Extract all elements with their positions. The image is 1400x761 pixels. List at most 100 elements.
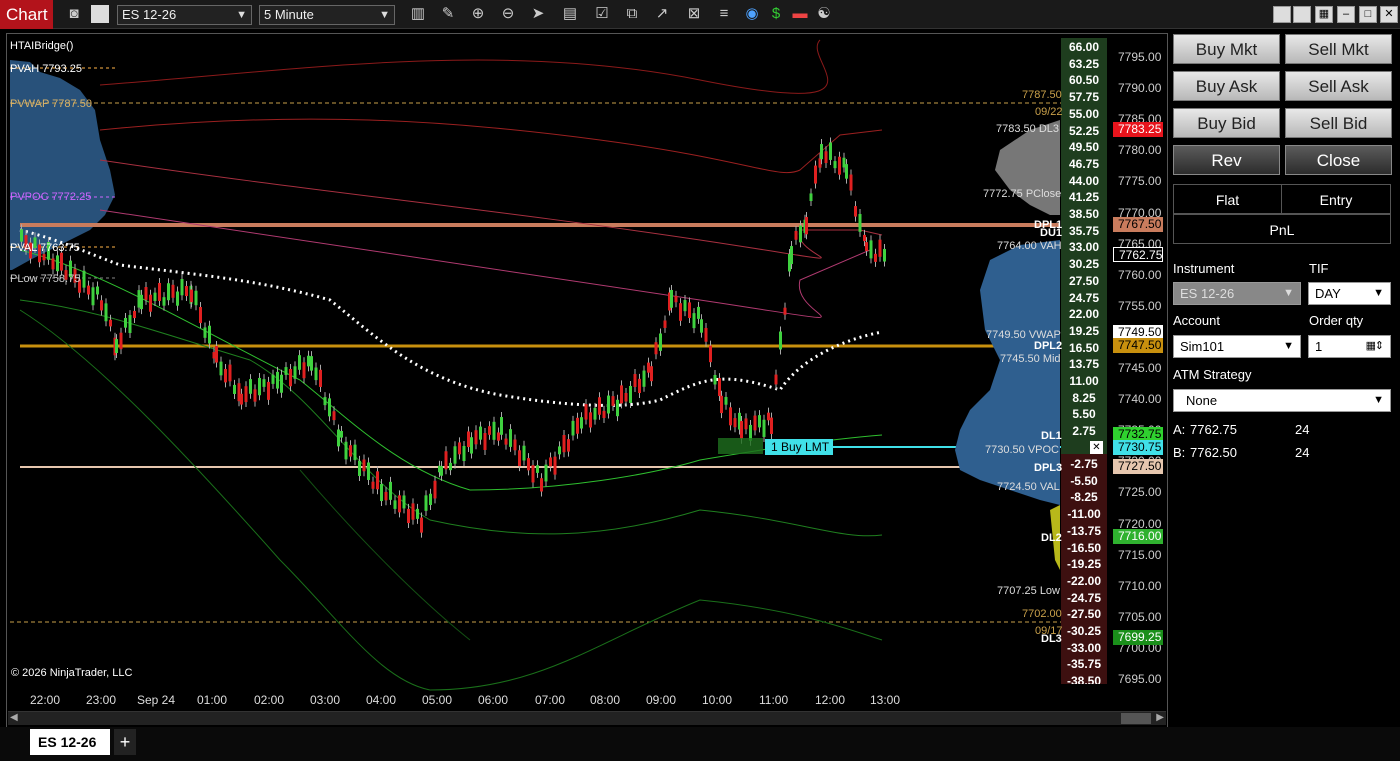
- candle-body: [654, 342, 658, 355]
- buy-bid-button[interactable]: Buy Bid: [1173, 108, 1280, 138]
- candle-body: [713, 374, 717, 385]
- pnl-ladder-row[interactable]: 66.00: [1061, 39, 1107, 55]
- buy-ask-button[interactable]: Buy Ask: [1173, 71, 1280, 101]
- price-tick: 7795.00: [1118, 50, 1162, 64]
- candle-body: [128, 315, 132, 333]
- pnl-ladder-row[interactable]: -30.25: [1061, 623, 1107, 639]
- pnl-ladder-row[interactable]: -11.00: [1061, 506, 1107, 522]
- pnl-ladder-row[interactable]: -35.75: [1061, 656, 1107, 672]
- candle-body: [233, 384, 236, 394]
- candle-body: [571, 420, 575, 436]
- pnl-ladder-row[interactable]: 33.00: [1061, 239, 1107, 255]
- pnl-ladder-row[interactable]: 57.75: [1061, 89, 1107, 105]
- candle-body: [271, 374, 275, 384]
- pnl-ladder-row[interactable]: 24.75: [1061, 290, 1107, 306]
- pnl-ladder-row[interactable]: 38.50: [1061, 206, 1107, 222]
- close-button[interactable]: Close: [1285, 145, 1392, 175]
- candle-body: [194, 290, 198, 306]
- pnl-ladder-row[interactable]: 11.00: [1061, 373, 1107, 389]
- price-tick: 7775.00: [1118, 174, 1162, 189]
- instrument-field[interactable]: ES 12-26 ▼: [1173, 282, 1301, 305]
- scrollbar-thumb[interactable]: [1121, 713, 1151, 724]
- candle-body: [553, 456, 557, 475]
- pnl-ladder-row[interactable]: -2.75: [1061, 456, 1107, 472]
- bid-price: 7762.50: [1190, 445, 1237, 460]
- atm-strategy-select[interactable]: None ▼: [1173, 389, 1391, 412]
- candle-body: [500, 417, 503, 435]
- candle-body: [659, 333, 662, 351]
- candle-body: [298, 355, 301, 370]
- entry-cell: Entry: [1281, 184, 1391, 214]
- scroll-right-icon[interactable]: ▶: [1156, 712, 1164, 723]
- candle-body: [429, 493, 432, 505]
- pnl-ladder-row[interactable]: 13.75: [1061, 356, 1107, 372]
- price-tag: 7727.50: [1113, 459, 1163, 474]
- scroll-left-icon[interactable]: ◀: [10, 712, 18, 723]
- pnl-ladder-row[interactable]: -38.50: [1061, 673, 1107, 684]
- pnl-ladder-row[interactable]: -33.00: [1061, 640, 1107, 656]
- price-tick: 7705.00: [1118, 609, 1162, 624]
- copyright-text: © 2026 NinjaTrader, LLC: [11, 667, 133, 679]
- pnl-ladder-row[interactable]: 22.00: [1061, 306, 1107, 322]
- price-tick: 7745.00: [1118, 361, 1162, 375]
- pnl-ladder-row[interactable]: -5.50: [1061, 473, 1107, 489]
- buy-mkt-button[interactable]: Buy Mkt: [1173, 34, 1280, 64]
- price-tag: 7767.50: [1113, 217, 1163, 232]
- account-select[interactable]: Sim101 ▼: [1173, 335, 1301, 358]
- pnl-ladder-row[interactable]: -16.50: [1061, 540, 1107, 556]
- pnl-ladder-row[interactable]: 35.75: [1061, 223, 1107, 239]
- pnl-ladder-row[interactable]: 30.25: [1061, 256, 1107, 272]
- sell-bid-button[interactable]: Sell Bid: [1285, 108, 1392, 138]
- add-tab-button[interactable]: +: [114, 729, 136, 755]
- order-qty-input[interactable]: 1 ▦ ⇕: [1308, 335, 1391, 358]
- pnl-ladder-row[interactable]: 5.50: [1061, 406, 1107, 422]
- candle-body: [820, 144, 823, 160]
- pnl-ladder-row[interactable]: 8.25: [1061, 390, 1107, 406]
- tab-instrument[interactable]: ES 12-26: [30, 729, 110, 755]
- pnl-ladder-row[interactable]: 44.00: [1061, 173, 1107, 189]
- sell-ask-button[interactable]: Sell Ask: [1285, 71, 1392, 101]
- pnl-ladder-row[interactable]: 41.25: [1061, 189, 1107, 205]
- pnl-ladder-row[interactable]: 60.50: [1061, 72, 1107, 88]
- pnl-ladder-row[interactable]: 16.50: [1061, 340, 1107, 356]
- candle-body: [104, 303, 108, 322]
- pnl-ladder-row[interactable]: -13.75: [1061, 523, 1107, 539]
- buy-limit-order-badge[interactable]: 1 Buy LMT: [765, 439, 833, 455]
- pnl-ladder-row[interactable]: -8.25: [1061, 489, 1107, 505]
- sell-mkt-button[interactable]: Sell Mkt: [1285, 34, 1392, 64]
- vp-label: 7730.50 VPOC: [985, 444, 1059, 456]
- pnl-ladder-row[interactable]: -27.50: [1061, 606, 1107, 622]
- chevron-down-icon: ▼: [1373, 287, 1384, 299]
- candle-body: [709, 345, 712, 363]
- candle-body: [509, 429, 512, 447]
- pnl-ladder-row[interactable]: 55.00: [1061, 106, 1107, 122]
- candle-body: [629, 385, 632, 403]
- spinner-icon[interactable]: ⇕: [1375, 336, 1384, 357]
- pnl-ladder-row[interactable]: 2.75: [1061, 423, 1107, 439]
- time-tick: 05:00: [422, 693, 453, 707]
- tif-select[interactable]: DAY ▼: [1308, 282, 1391, 305]
- candle-body: [770, 417, 773, 434]
- pnl-ladder-row[interactable]: -24.75: [1061, 590, 1107, 606]
- candle-body: [513, 439, 517, 451]
- candle-body: [492, 421, 496, 440]
- order-label: 1 Buy LMT: [771, 440, 830, 454]
- pnl-cell: PnL: [1173, 214, 1391, 244]
- rev-button[interactable]: Rev: [1173, 145, 1280, 175]
- pnl-ladder-row[interactable]: 27.50: [1061, 273, 1107, 289]
- upper-band-2: [99, 118, 883, 174]
- horizontal-scrollbar[interactable]: ◀ ▶: [8, 711, 1166, 725]
- pnl-ladder-row[interactable]: 49.50: [1061, 139, 1107, 155]
- candle-body: [411, 503, 415, 520]
- pnl-ladder-row[interactable]: -19.25: [1061, 556, 1107, 572]
- candle-body: [340, 430, 343, 438]
- pnl-ladder-row[interactable]: -22.00: [1061, 573, 1107, 589]
- candle-body: [753, 415, 757, 431]
- pnl-ladder-row[interactable]: 63.25: [1061, 56, 1107, 72]
- pnl-ladder-row[interactable]: 46.75: [1061, 156, 1107, 172]
- pnl-ladder-row[interactable]: 19.25: [1061, 323, 1107, 339]
- candle-body: [809, 193, 813, 202]
- cancel-order-icon[interactable]: ✕: [1090, 441, 1103, 454]
- candle-body: [371, 481, 375, 489]
- pnl-ladder-row[interactable]: 52.25: [1061, 123, 1107, 139]
